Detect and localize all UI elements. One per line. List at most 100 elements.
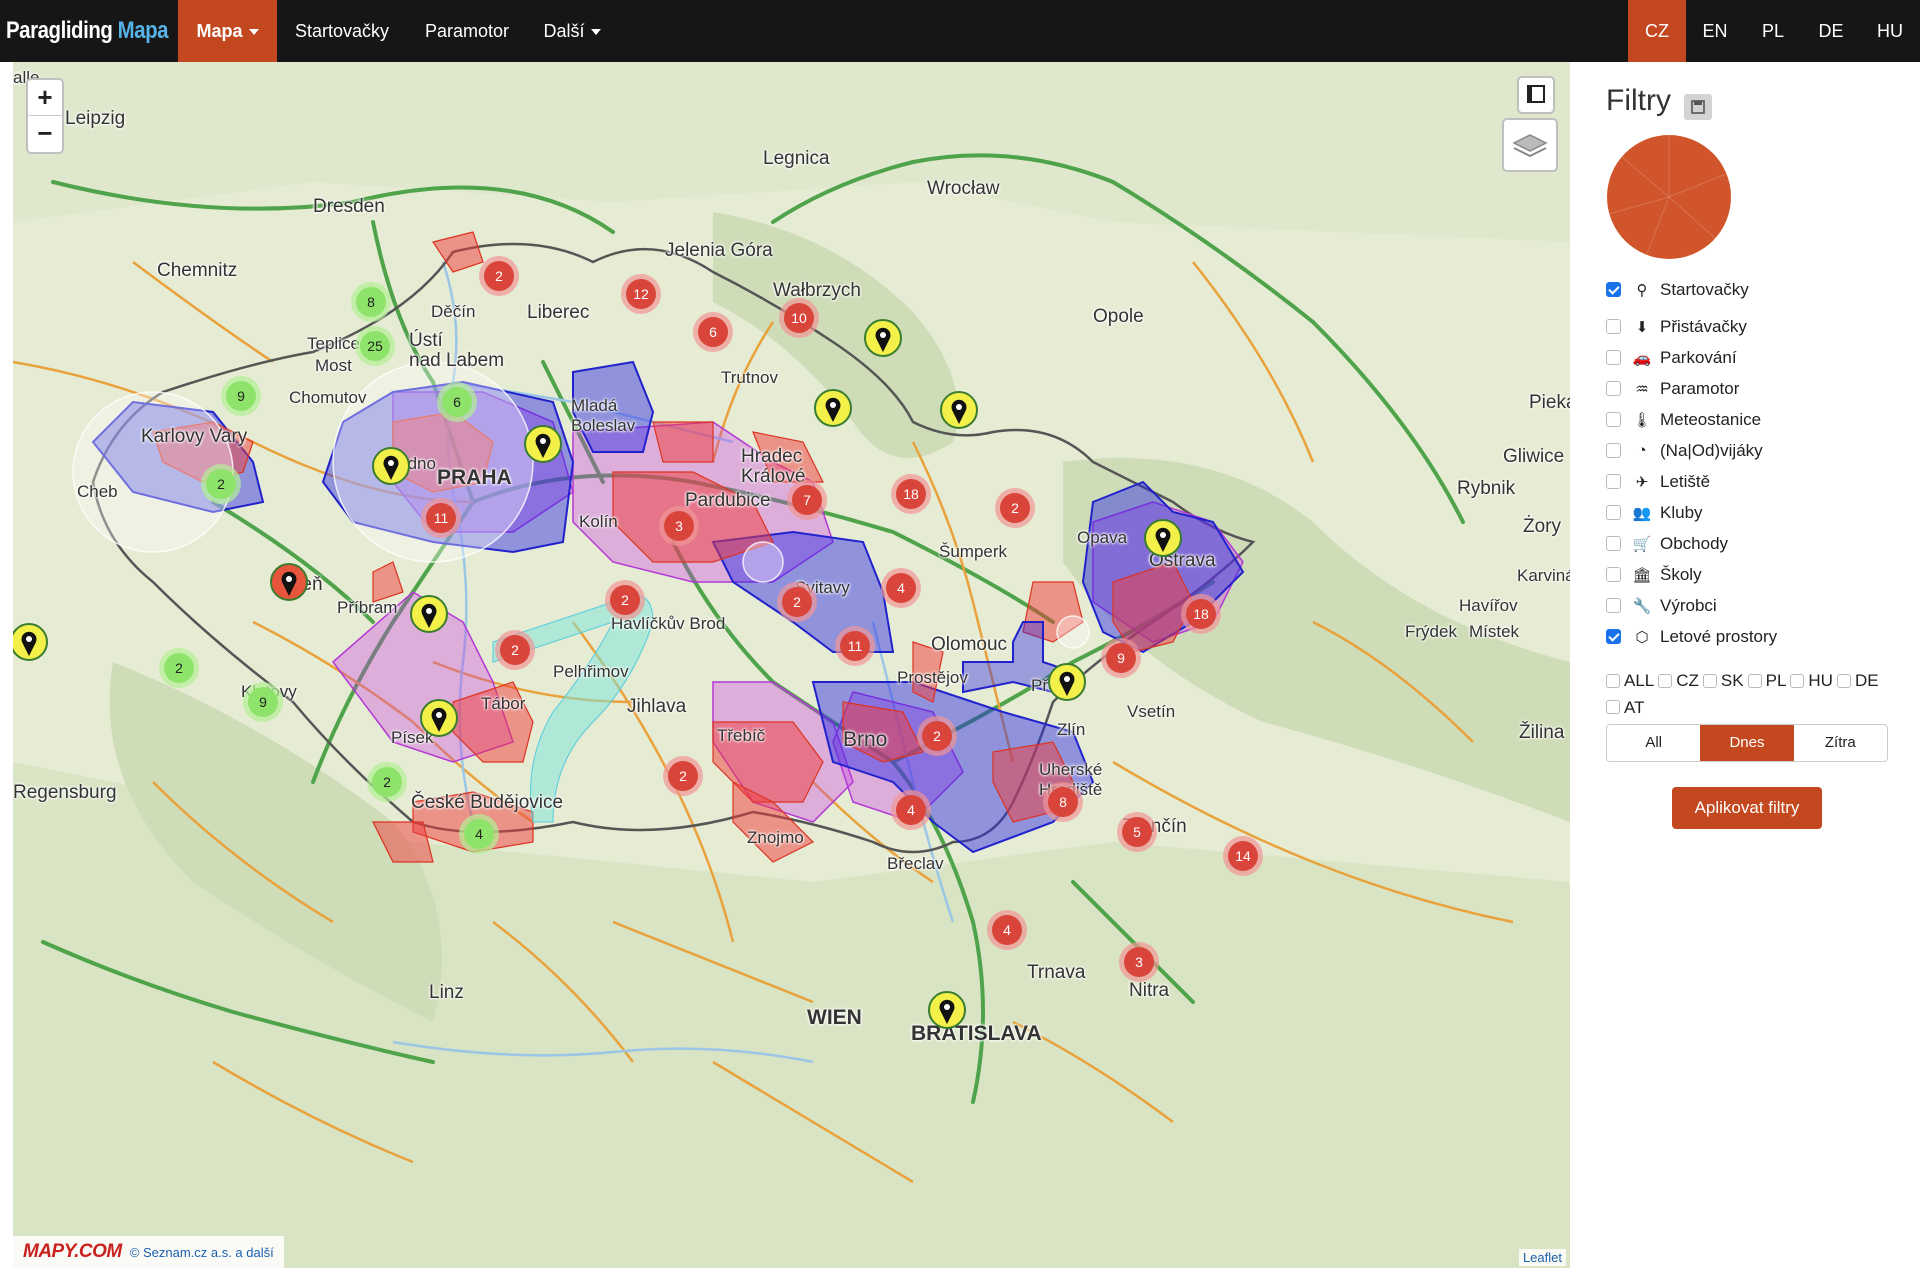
country-checkbox[interactable] [1702, 673, 1717, 688]
filter-item[interactable]: ♒ Paramotor [1606, 373, 1777, 404]
cluster-marker[interactable]: 14 [1223, 836, 1263, 876]
apply-filters-button[interactable]: Aplikovat filtry [1672, 787, 1822, 829]
launch-site-marker[interactable] [813, 388, 853, 428]
day-option[interactable]: Zítra [1794, 725, 1887, 761]
save-icon[interactable] [1684, 94, 1712, 120]
zoom-in-button[interactable]: + [28, 80, 62, 116]
filter-checkbox[interactable] [1606, 536, 1621, 551]
cluster-marker[interactable]: 9 [221, 376, 261, 416]
attribution-text[interactable]: © Seznam.cz a.s. a další [130, 1245, 274, 1260]
launch-site-marker[interactable] [863, 318, 903, 358]
filter-item[interactable]: 🏛 Školy [1606, 559, 1777, 590]
brand-logo[interactable]: Paragliding Mapa [6, 17, 169, 45]
filter-item[interactable]: ⬇ Přistávačky [1606, 311, 1777, 342]
zoom-out-button[interactable]: − [28, 116, 62, 152]
cluster-marker[interactable]: 11 [835, 626, 875, 666]
nav-mapa[interactable]: Mapa [178, 0, 277, 62]
filter-checkbox[interactable] [1606, 567, 1621, 582]
filter-item[interactable]: ✈ Letiště [1606, 466, 1777, 497]
cluster-marker[interactable]: 25 [355, 326, 395, 366]
filter-checkbox[interactable] [1606, 412, 1621, 427]
filter-checkbox[interactable] [1606, 598, 1621, 613]
map-canvas[interactable]: Leipzig alle Dresden Chemnitz Legnica Wrocław… [13, 62, 1570, 1268]
country-checkbox[interactable] [1606, 700, 1620, 714]
cluster-marker[interactable]: 2 [159, 648, 199, 688]
filter-item[interactable]: 👥 Kluby [1606, 497, 1777, 528]
filter-item[interactable]: 🚗 Parkování [1606, 342, 1777, 373]
filter-checkbox[interactable] [1606, 350, 1621, 365]
lang-en[interactable]: EN [1686, 0, 1744, 62]
lang-hu[interactable]: HU [1860, 0, 1920, 62]
cluster-marker[interactable]: 6 [437, 382, 477, 422]
filter-checkbox[interactable] [1606, 443, 1621, 458]
cluster-marker[interactable]: 18 [1181, 594, 1221, 634]
cluster-marker[interactable]: 2 [479, 256, 519, 296]
cluster-marker[interactable]: 9 [243, 682, 283, 722]
cluster-marker[interactable]: 5 [1117, 812, 1157, 852]
nav-paramotor[interactable]: Paramotor [407, 0, 527, 62]
filter-item[interactable]: ⬡ Letové prostory [1606, 621, 1777, 652]
cluster-marker[interactable]: 8 [1043, 782, 1083, 822]
launch-site-marker[interactable] [269, 562, 309, 602]
layers-button[interactable] [1502, 118, 1558, 172]
cluster-marker[interactable]: 2 [995, 488, 1035, 528]
cluster-marker[interactable]: 6 [693, 312, 733, 352]
country-option[interactable]: CZ [1658, 668, 1699, 693]
launch-site-marker[interactable] [523, 424, 563, 464]
filter-checkbox[interactable] [1606, 629, 1621, 644]
filter-item[interactable]: 🌡 Meteostanice [1606, 404, 1777, 435]
nav-dalsi[interactable]: Další [527, 0, 617, 62]
country-checkbox[interactable] [1606, 673, 1620, 688]
country-option[interactable]: PL [1747, 668, 1786, 693]
cluster-marker[interactable]: 4 [987, 910, 1027, 950]
cluster-marker[interactable]: 4 [881, 568, 921, 608]
cluster-marker[interactable]: 2 [777, 582, 817, 622]
cluster-marker[interactable]: 2 [201, 464, 241, 504]
cluster-marker[interactable]: 8 [351, 282, 391, 322]
cluster-marker[interactable]: 3 [659, 506, 699, 546]
day-option[interactable]: All [1607, 725, 1700, 761]
cluster-marker[interactable]: 10 [779, 298, 819, 338]
launch-site-marker[interactable] [371, 446, 411, 486]
lang-pl[interactable]: PL [1744, 0, 1802, 62]
filter-checkbox[interactable] [1606, 319, 1621, 334]
cluster-marker[interactable]: 11 [421, 498, 461, 538]
cluster-marker[interactable]: 2 [495, 630, 535, 670]
launch-site-marker[interactable] [1143, 518, 1183, 558]
cluster-marker[interactable]: 4 [891, 790, 931, 830]
filter-checkbox[interactable] [1606, 505, 1621, 520]
cluster-marker[interactable]: 2 [917, 716, 957, 756]
country-checkbox[interactable] [1658, 673, 1673, 688]
filter-item[interactable]: ⚲ Startovačky [1606, 274, 1777, 305]
country-option[interactable]: SK [1702, 668, 1744, 693]
filter-item[interactable]: 🛒 Obchody [1606, 528, 1777, 559]
mapy-logo[interactable]: MAPY.COM [23, 1241, 122, 1263]
leaflet-link[interactable]: Leaflet [1518, 1249, 1566, 1266]
cluster-marker[interactable]: 7 [787, 480, 827, 520]
cluster-marker[interactable]: 2 [367, 762, 407, 802]
cluster-marker[interactable]: 2 [663, 756, 703, 796]
launch-site-marker[interactable] [939, 390, 979, 430]
country-option[interactable]: ALL [1606, 668, 1654, 693]
country-checkbox[interactable] [1790, 673, 1805, 688]
cluster-marker[interactable]: 3 [1119, 942, 1159, 982]
cluster-marker[interactable]: 12 [621, 274, 661, 314]
country-checkbox[interactable] [1836, 673, 1851, 688]
country-checkbox[interactable] [1747, 673, 1762, 688]
country-option[interactable]: AT [1606, 695, 1644, 720]
country-option[interactable]: DE [1836, 668, 1879, 693]
launch-site-marker[interactable] [419, 698, 459, 738]
cluster-marker[interactable]: 18 [891, 474, 931, 514]
cluster-marker[interactable]: 9 [1101, 638, 1141, 678]
filter-checkbox[interactable] [1606, 474, 1621, 489]
filter-item[interactable]: 🔧 Výrobci [1606, 590, 1777, 621]
filter-checkbox[interactable] [1606, 282, 1621, 297]
filter-checkbox[interactable] [1606, 381, 1621, 396]
country-option[interactable]: HU [1790, 668, 1833, 693]
cluster-marker[interactable]: 4 [459, 814, 499, 854]
launch-site-marker[interactable] [1047, 662, 1087, 702]
launch-site-marker[interactable] [409, 594, 449, 634]
fullscreen-button[interactable] [1517, 76, 1555, 114]
launch-site-marker[interactable] [13, 622, 49, 662]
day-option[interactable]: Dnes [1700, 725, 1794, 761]
